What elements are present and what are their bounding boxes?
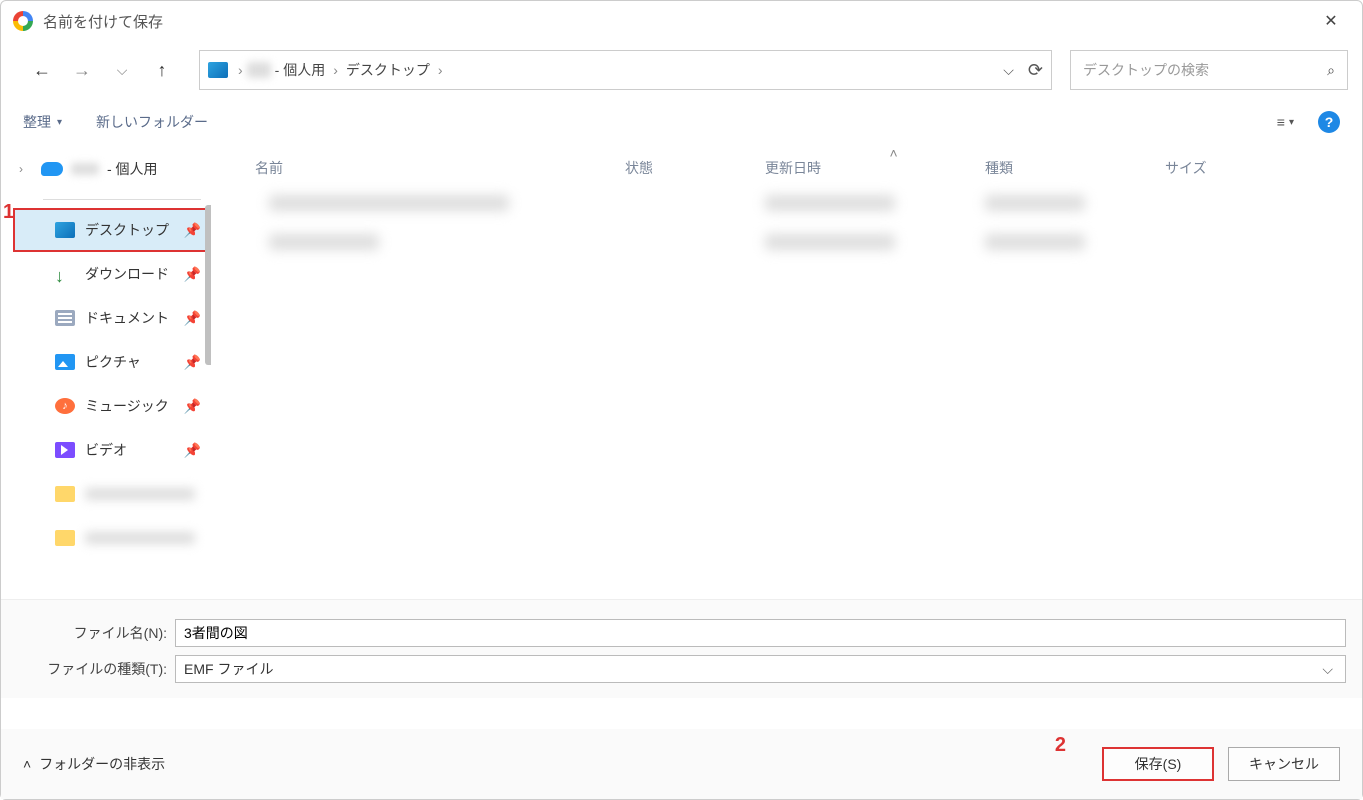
pin-icon[interactable]: 📌: [184, 398, 201, 415]
pin-icon[interactable]: 📌: [184, 266, 201, 283]
location-icon: [208, 62, 228, 78]
folder-icon: [55, 530, 75, 546]
callout-2: 2: [1055, 734, 1066, 757]
search-input[interactable]: デスクトップの検索 ⌕: [1070, 50, 1348, 90]
video-icon: [55, 442, 75, 458]
column-header-name[interactable]: 名前: [255, 158, 625, 178]
sidebar-item-pictures[interactable]: ピクチャ 📌: [13, 340, 211, 384]
organize-menu[interactable]: 整理 ▾: [23, 112, 62, 132]
sidebar-item-folder[interactable]: [13, 472, 211, 516]
fields-area: ファイル名(N): ファイルの種類(T): EMF ファイル ⌵: [1, 599, 1362, 698]
filename-label: ファイル名(N):: [1, 623, 175, 643]
hide-folders-button[interactable]: ˄ フォルダーの非表示: [23, 754, 165, 774]
back-button[interactable]: ←: [25, 53, 59, 87]
sidebar-item-folder[interactable]: [13, 516, 211, 560]
column-header-type[interactable]: 種類: [985, 158, 1165, 178]
chevron-up-icon: ˄: [23, 756, 31, 772]
toolbar: 整理 ▾ 新しいフォルダー ≡ ▾ ?: [1, 99, 1362, 145]
picture-icon: [55, 354, 75, 370]
breadcrumb-user[interactable]: [247, 62, 271, 78]
chevron-right-icon: ›: [234, 62, 247, 78]
download-icon: ↓: [55, 266, 75, 282]
onedrive-icon: [41, 162, 63, 176]
pin-icon[interactable]: 📌: [184, 222, 201, 239]
address-dropdown-icon[interactable]: ⌵: [1003, 62, 1014, 79]
address-bar[interactable]: › - 個人用 › デスクトップ › ⌵ ⟳: [199, 50, 1052, 90]
file-row[interactable]: [211, 224, 1362, 263]
view-options-button[interactable]: ≡ ▾: [1277, 114, 1294, 130]
sidebar-item-videos[interactable]: ビデオ 📌: [13, 428, 211, 472]
help-icon[interactable]: ?: [1318, 111, 1340, 133]
chevron-down-icon: ▾: [57, 117, 62, 128]
pin-icon[interactable]: 📌: [184, 310, 201, 327]
tree-user-label: [71, 163, 99, 175]
list-view-icon: ≡: [1277, 114, 1285, 130]
breadcrumb-desktop[interactable]: デスクトップ: [342, 60, 434, 80]
pin-icon[interactable]: 📌: [184, 354, 201, 371]
chevron-right-icon: ›: [329, 62, 342, 78]
cancel-button[interactable]: キャンセル: [1228, 747, 1340, 781]
sidebar-item-downloads[interactable]: ↓ ダウンロード 📌: [13, 252, 211, 296]
tree-personal-suffix: - 個人用: [107, 159, 158, 179]
column-header-state[interactable]: 状態: [625, 158, 765, 178]
forward-button[interactable]: →: [65, 53, 99, 87]
search-placeholder: デスクトップの検索: [1083, 60, 1209, 80]
sidebar-divider: [43, 199, 201, 200]
main-area: › - 個人用 1 デスクトップ 📌 ↓ ダウンロード 📌 ドキュメント 📌 ピ…: [1, 145, 1362, 599]
document-icon: [55, 310, 75, 326]
file-row[interactable]: [211, 185, 1362, 224]
folder-icon: [55, 486, 75, 502]
pin-icon[interactable]: 📌: [184, 442, 201, 459]
new-folder-button[interactable]: 新しいフォルダー: [96, 112, 208, 132]
chevron-down-icon: ▾: [1289, 117, 1294, 128]
up-button[interactable]: ↑: [145, 53, 179, 87]
filetype-select[interactable]: EMF ファイル ⌵: [175, 655, 1346, 683]
title-bar: 名前を付けて保存 ✕: [1, 1, 1362, 41]
refresh-icon[interactable]: ⟳: [1028, 60, 1043, 81]
music-icon: [55, 398, 75, 414]
column-header-size[interactable]: サイズ: [1165, 158, 1265, 178]
chevron-right-icon[interactable]: ›: [19, 162, 33, 176]
sidebar-item-music[interactable]: ミュージック 📌: [13, 384, 211, 428]
sidebar: › - 個人用 1 デスクトップ 📌 ↓ ダウンロード 📌 ドキュメント 📌 ピ…: [1, 145, 211, 599]
file-list: ˄ 名前 状態 更新日時 種類 サイズ: [211, 145, 1362, 599]
nav-row: ← → ⌵ ↑ › - 個人用 › デスクトップ › ⌵ ⟳ デスクトップの検索…: [1, 41, 1362, 99]
tree-onedrive[interactable]: › - 個人用: [13, 151, 211, 187]
sidebar-item-documents[interactable]: ドキュメント 📌: [13, 296, 211, 340]
sidebar-item-desktop[interactable]: デスクトップ 📌: [13, 208, 211, 252]
breadcrumb-personal-suffix[interactable]: - 個人用: [271, 60, 330, 80]
column-header-date[interactable]: 更新日時: [765, 158, 985, 178]
save-button[interactable]: 保存(S): [1102, 747, 1214, 781]
filename-input[interactable]: [175, 619, 1346, 647]
recent-locations-button[interactable]: ⌵: [105, 53, 139, 87]
window-title: 名前を付けて保存: [43, 11, 163, 32]
search-icon: ⌕: [1327, 62, 1335, 79]
app-icon: [13, 11, 33, 31]
column-headers: 名前 状態 更新日時 種類 サイズ: [211, 151, 1362, 185]
chevron-right-icon: ›: [434, 62, 447, 78]
filetype-label: ファイルの種類(T):: [1, 659, 175, 679]
desktop-icon: [55, 222, 75, 238]
chevron-down-icon: ⌵: [1322, 661, 1333, 678]
close-icon[interactable]: ✕: [1312, 2, 1350, 40]
footer: ˄ フォルダーの非表示 2 保存(S) キャンセル: [1, 729, 1362, 799]
